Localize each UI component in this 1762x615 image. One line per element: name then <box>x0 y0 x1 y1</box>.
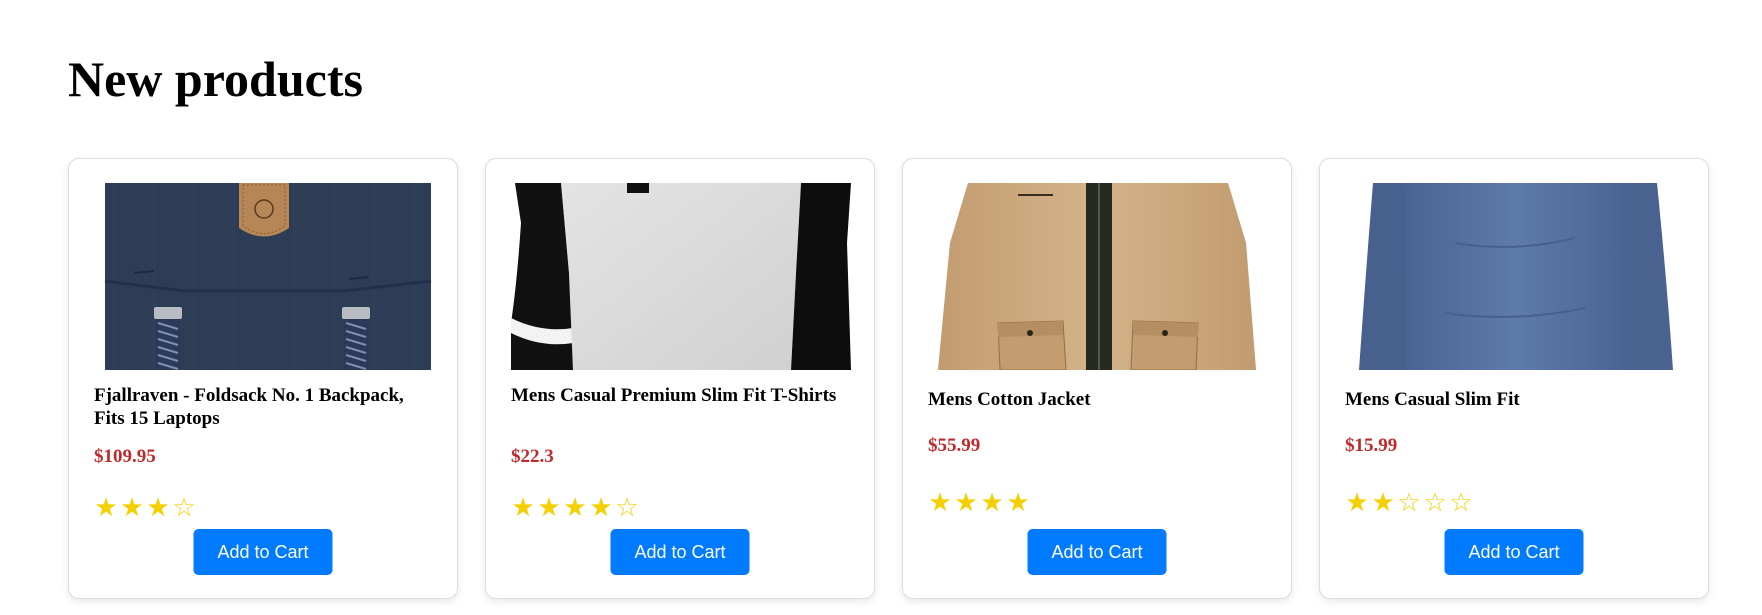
star-rating: ★ ★ ★ ☆ <box>93 494 197 522</box>
add-to-cart-button[interactable]: Add to Cart <box>193 529 333 575</box>
star-empty-icon: ☆ <box>172 493 196 523</box>
add-to-cart-button[interactable]: Add to Cart <box>1027 529 1167 575</box>
product-price: $55.99 <box>928 435 981 456</box>
product-name[interactable]: Fjallraven - Foldsack No. 1 Backpack, Fi… <box>94 384 434 430</box>
add-to-cart-button[interactable]: Add to Cart <box>1444 529 1584 575</box>
page-title: New products <box>68 51 363 107</box>
star-empty-icon: ☆ <box>615 493 639 523</box>
product-card: Mens Cotton Jacket $55.99 ★ ★ ★ ★ Add to Ca… <box>902 158 1292 599</box>
backpack-image[interactable] <box>94 183 434 370</box>
product-name[interactable]: Mens Cotton Jacket <box>928 388 1268 411</box>
add-to-cart-button[interactable]: Add to Cart <box>610 529 750 575</box>
star-filled-icon: ★ <box>1006 488 1030 518</box>
star-filled-icon: ★ <box>589 493 613 523</box>
star-filled-icon: ★ <box>980 488 1004 518</box>
star-empty-icon: ☆ <box>1423 488 1447 518</box>
star-filled-icon: ★ <box>94 493 118 523</box>
product-card: Mens Casual Premium Slim Fit T-Shirts $2… <box>485 158 875 599</box>
star-rating: ★ ★ ☆ ☆ ☆ <box>1344 489 1474 517</box>
product-price: $22.3 <box>511 446 554 467</box>
raglan-tshirt-image[interactable] <box>511 183 851 370</box>
star-empty-icon: ☆ <box>1449 488 1473 518</box>
cotton-jacket-image[interactable] <box>928 183 1268 370</box>
star-filled-icon: ★ <box>954 488 978 518</box>
product-name[interactable]: Mens Casual Premium Slim Fit T-Shirts <box>511 384 851 407</box>
star-filled-icon: ★ <box>1345 488 1369 518</box>
long-sleeve-shirt-image[interactable] <box>1345 183 1685 370</box>
star-filled-icon: ★ <box>146 493 170 523</box>
product-price: $109.95 <box>94 446 156 467</box>
star-filled-icon: ★ <box>563 493 587 523</box>
product-name[interactable]: Mens Casual Slim Fit <box>1345 388 1685 411</box>
star-filled-icon: ★ <box>1371 488 1395 518</box>
product-grid: Fjallraven - Foldsack No. 1 Backpack, Fi… <box>68 158 1709 599</box>
product-price: $15.99 <box>1345 435 1398 456</box>
star-rating: ★ ★ ★ ★ ☆ <box>510 494 640 522</box>
star-rating: ★ ★ ★ ★ <box>927 489 1031 517</box>
star-filled-icon: ★ <box>120 493 144 523</box>
product-card: Fjallraven - Foldsack No. 1 Backpack, Fi… <box>68 158 458 599</box>
star-filled-icon: ★ <box>511 493 535 523</box>
star-filled-icon: ★ <box>537 493 561 523</box>
star-filled-icon: ★ <box>928 488 952 518</box>
star-empty-icon: ☆ <box>1397 488 1421 518</box>
product-card: Mens Casual Slim Fit $15.99 ★ ★ ☆ ☆ ☆ Add to… <box>1319 158 1709 599</box>
